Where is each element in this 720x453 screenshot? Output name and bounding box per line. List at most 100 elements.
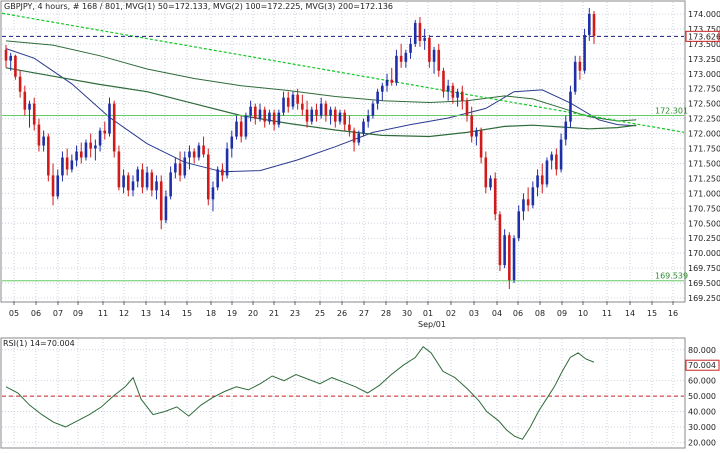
- price-tick-label: 173.250: [688, 55, 720, 64]
- candle-body: [79, 151, 83, 158]
- candle-body: [578, 61, 582, 71]
- time-tick-label: 23: [290, 309, 300, 318]
- rsi-tick-label: 30.000: [688, 423, 716, 432]
- candle-body: [460, 91, 464, 101]
- time-tick-label: 15: [647, 309, 657, 318]
- time-tick-label: 06: [513, 309, 523, 318]
- header-ma3: MVG(3) 200=172.136: [306, 2, 394, 11]
- candle-body: [362, 121, 365, 134]
- candle-body: [216, 169, 219, 188]
- candle-body: [385, 79, 389, 86]
- header-timeframe: 4 hours: [38, 2, 68, 11]
- rsi-header: RSI(1) 14=70.004: [3, 339, 75, 348]
- candle-body: [559, 139, 563, 170]
- price-tick-label: 170.250: [688, 234, 720, 243]
- candle-body: [315, 109, 318, 116]
- candle-body: [555, 154, 558, 170]
- candle-body: [239, 121, 243, 137]
- candle-body: [183, 157, 187, 176]
- candle-body: [277, 112, 281, 125]
- candle-body: [479, 130, 483, 158]
- candle-body: [536, 175, 539, 188]
- price-tick-label: 172.750: [688, 85, 720, 94]
- candle-body: [583, 34, 586, 71]
- candle-body: [89, 142, 92, 149]
- chart-header: GBPJPY, 4 hours, # 168 / 801, MVG(1) 50=…: [4, 2, 393, 11]
- header-ma1: MVG(1) 50=172.133: [125, 2, 207, 11]
- time-tick-label: 04: [492, 309, 502, 318]
- candle-body: [141, 169, 144, 188]
- candle-body: [286, 97, 290, 107]
- time-tick-label: 01: [423, 309, 433, 318]
- time-tick-label: 19: [227, 309, 237, 318]
- price-tick-label: 170.000: [688, 249, 720, 258]
- candle-body: [381, 85, 384, 92]
- candle-body: [178, 163, 182, 176]
- rsi-tick-label: 50.000: [688, 392, 716, 401]
- time-tick-label: 12: [119, 309, 129, 318]
- candle-body: [221, 169, 224, 176]
- candle-body: [517, 211, 521, 239]
- candle-body: [211, 187, 215, 200]
- time-tick-label: 28: [381, 309, 391, 318]
- price-tick-label: 170.750: [688, 204, 720, 213]
- price-tick-label: 171.000: [688, 189, 720, 198]
- chart-background: [0, 0, 720, 449]
- candle-body: [319, 103, 323, 116]
- candle-body: [413, 22, 417, 44]
- candle-body: [522, 199, 525, 212]
- candle-body: [235, 121, 238, 137]
- candle-body: [371, 103, 375, 116]
- candle-body: [244, 115, 248, 137]
- current-price-label: 173.626: [688, 32, 720, 41]
- candle-body: [136, 169, 140, 182]
- candle-body: [192, 151, 196, 158]
- time-tick-label: 26: [337, 309, 347, 318]
- candle-body: [343, 112, 346, 125]
- candle-body: [531, 187, 535, 206]
- candle-body: [150, 172, 154, 191]
- candle-body: [456, 91, 459, 98]
- candle-body: [174, 163, 177, 173]
- candle-body: [65, 157, 69, 170]
- price-tick-label: 172.000: [688, 130, 720, 139]
- candle-body: [540, 175, 544, 185]
- header-symbol: GBPJPY: [4, 2, 33, 11]
- header-ma2: MVG(2) 100=172.225: [213, 2, 301, 11]
- time-tick-label: 03: [469, 309, 479, 318]
- candle-body: [254, 106, 257, 119]
- candle-body: [352, 130, 356, 143]
- time-tick-label: 09: [557, 309, 567, 318]
- candle-body: [263, 109, 267, 122]
- candle-body: [545, 160, 549, 185]
- candle-body: [404, 52, 408, 62]
- candle-body: [475, 130, 478, 137]
- time-tick-label: 14: [160, 309, 170, 318]
- candle-body: [588, 13, 591, 35]
- candle-body: [159, 181, 163, 221]
- candle-body: [357, 133, 361, 143]
- candle-body: [117, 151, 121, 188]
- candle-body: [127, 175, 130, 191]
- candle-body: [305, 109, 309, 122]
- price-tick-label: 170.500: [688, 219, 720, 228]
- candle-body: [465, 100, 469, 116]
- chart-canvas: 172.301169.539 174.000173.750173.500173.…: [0, 0, 720, 449]
- time-tick-label: 05: [9, 309, 19, 318]
- rsi-tick-label: 20.000: [688, 438, 716, 447]
- candle-body: [258, 109, 262, 119]
- time-tick-label: 13: [141, 309, 151, 318]
- candle-body: [301, 103, 304, 110]
- rsi-tick-label: 60.000: [688, 377, 716, 386]
- candle-body: [112, 103, 116, 152]
- x-sublabel: Sep/01: [418, 320, 446, 329]
- price-tick-label: 174.000: [688, 10, 720, 19]
- candle-body: [108, 103, 111, 134]
- price-tick-label: 171.500: [688, 159, 720, 168]
- candle-body: [28, 103, 31, 110]
- candle-body: [366, 115, 370, 122]
- header-text: GBPJPY, 4 hours, # 168 / 801, MVG(1) 50=…: [4, 2, 393, 11]
- price-tick-label: 169.250: [688, 294, 720, 303]
- candle-body: [70, 160, 74, 170]
- time-tick-label: 18: [206, 309, 216, 318]
